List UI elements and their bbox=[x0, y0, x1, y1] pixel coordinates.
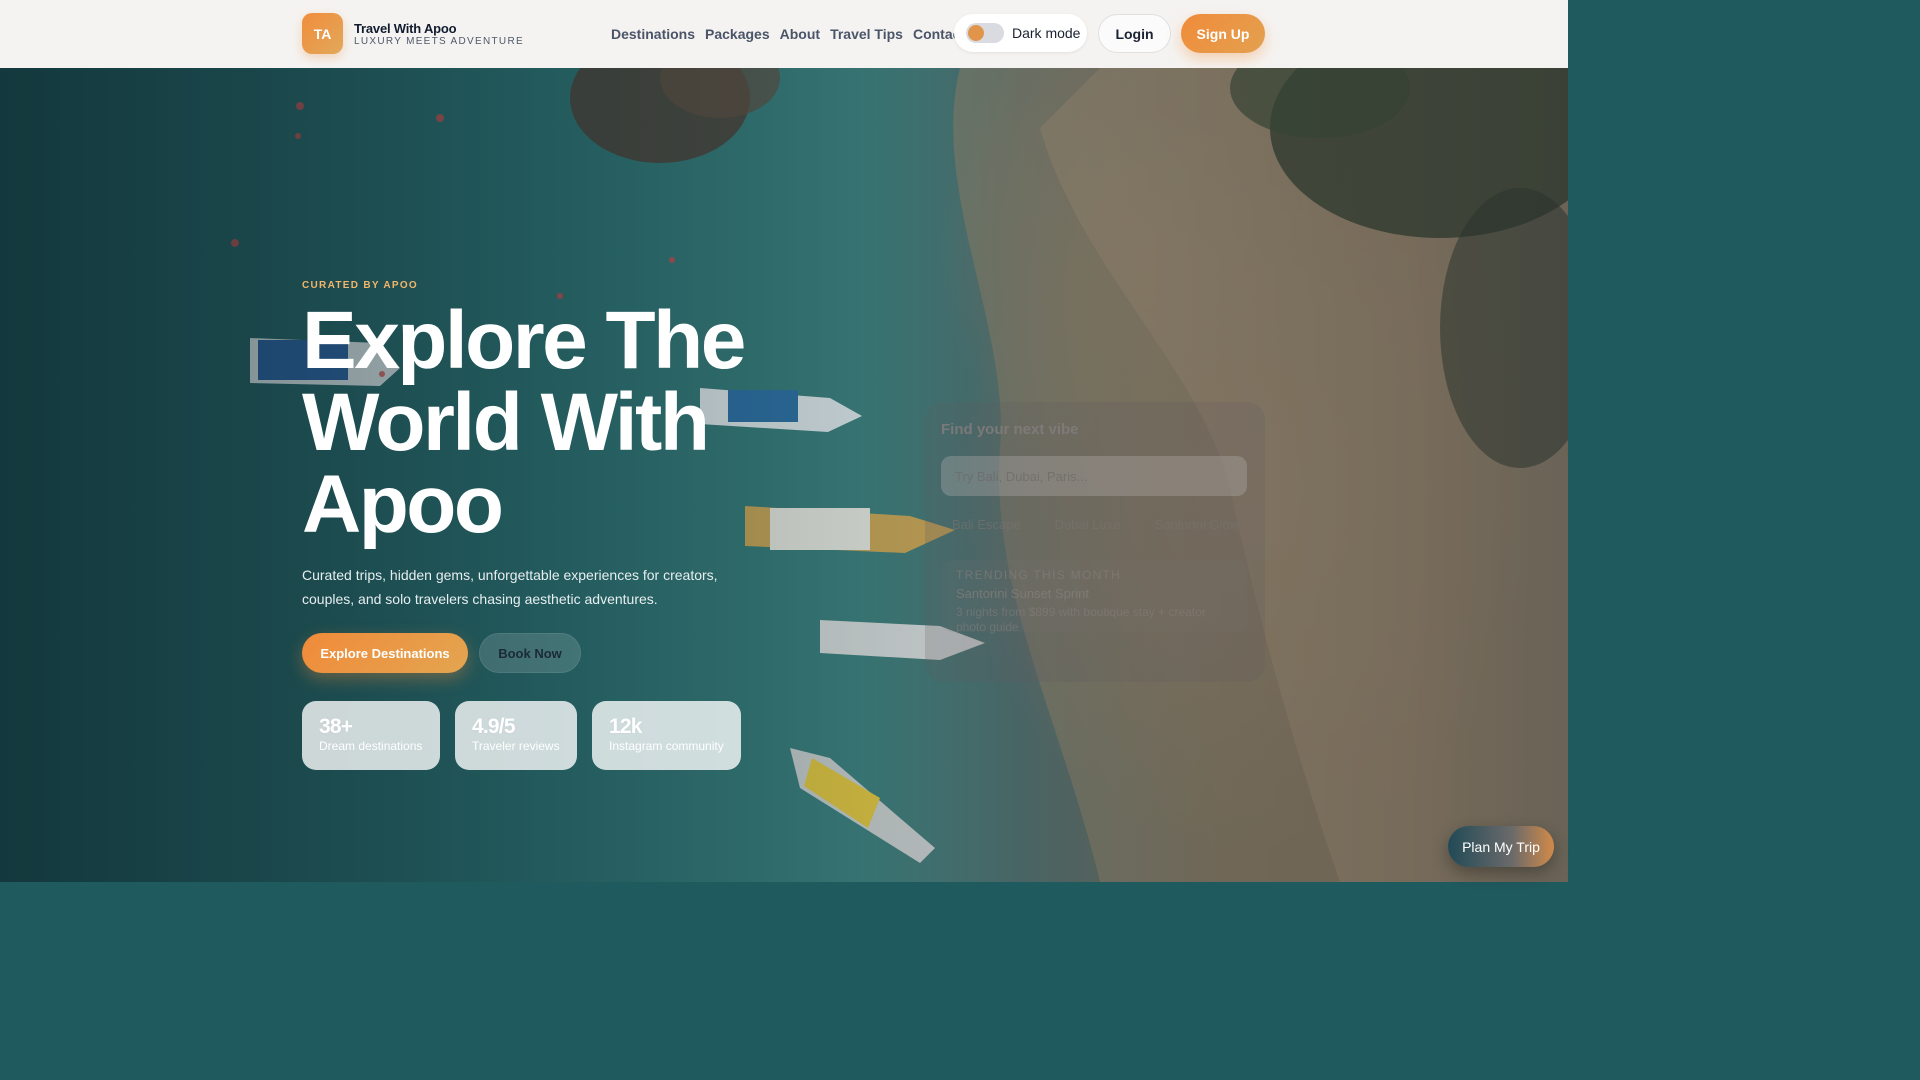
chip-bali-escape[interactable]: Bali Escape bbox=[941, 514, 1032, 535]
dark-mode-toggle[interactable] bbox=[966, 23, 1004, 43]
signup-button[interactable]: Sign Up bbox=[1181, 14, 1265, 53]
stat-value: 4.9/5 bbox=[472, 715, 516, 738]
logo-badge[interactable]: TA bbox=[302, 13, 343, 54]
stat-card: 38+ Dream destinations bbox=[302, 701, 440, 770]
stat-label: Dream destinations bbox=[319, 739, 423, 753]
stat-value: 38+ bbox=[319, 715, 353, 738]
dark-mode-label: Dark mode bbox=[1012, 25, 1081, 41]
dark-mode-control: Dark mode bbox=[954, 14, 1087, 52]
trending-title: Santorini Sunset Sprint bbox=[956, 586, 1089, 601]
main-nav: Destinations Packages About Travel Tips … bbox=[611, 26, 965, 42]
chip-dubai-luxe[interactable]: Dubai Luxe bbox=[1044, 514, 1132, 535]
stat-card: 4.9/5 Traveler reviews bbox=[455, 701, 577, 770]
nav-item-packages[interactable]: Packages bbox=[705, 26, 770, 42]
stat-label: Instagram community bbox=[609, 739, 724, 753]
explore-destinations-button[interactable]: Explore Destinations bbox=[302, 633, 468, 673]
nav-item-about[interactable]: About bbox=[780, 26, 820, 42]
hero-headline: Explore The World With Apoo bbox=[302, 295, 746, 550]
stat-card: 12k Instagram community bbox=[592, 701, 741, 770]
login-button[interactable]: Login bbox=[1098, 14, 1171, 53]
trending-box[interactable]: TRENDING THIS MONTH Santorini Sunset Spr… bbox=[941, 560, 1247, 634]
site-header: TA Travel With Apoo LUXURY MEETS ADVENTU… bbox=[0, 0, 1568, 68]
trending-eyebrow: TRENDING THIS MONTH bbox=[956, 568, 1122, 582]
brand-tagline: LUXURY MEETS ADVENTURE bbox=[354, 36, 524, 47]
trending-description: 3 nights from $899 with boutique stay + … bbox=[956, 605, 1206, 634]
plan-my-trip-button[interactable]: Plan My Trip bbox=[1448, 826, 1554, 867]
nav-item-destinations[interactable]: Destinations bbox=[611, 26, 695, 42]
hero-subtitle: Curated trips, hidden gems, unforgettabl… bbox=[302, 567, 718, 607]
stat-value: 12k bbox=[609, 715, 642, 738]
toggle-knob bbox=[968, 25, 984, 41]
chip-santorini-glow[interactable]: Santorini Glow bbox=[1143, 514, 1250, 535]
destination-search-input[interactable] bbox=[941, 456, 1247, 496]
search-card: Find your next vibe Bali Escape Dubai Lu… bbox=[925, 402, 1265, 682]
nav-item-travel-tips[interactable]: Travel Tips bbox=[830, 26, 903, 42]
search-card-title: Find your next vibe bbox=[941, 421, 1079, 438]
brand-name[interactable]: Travel With Apoo bbox=[354, 21, 457, 36]
stat-label: Traveler reviews bbox=[472, 739, 560, 753]
destination-chips: Bali Escape Dubai Luxe Santorini Glow bbox=[941, 514, 1262, 535]
hero-eyebrow: CURATED BY APOO bbox=[302, 280, 418, 291]
book-now-button[interactable]: Book Now bbox=[479, 633, 581, 673]
